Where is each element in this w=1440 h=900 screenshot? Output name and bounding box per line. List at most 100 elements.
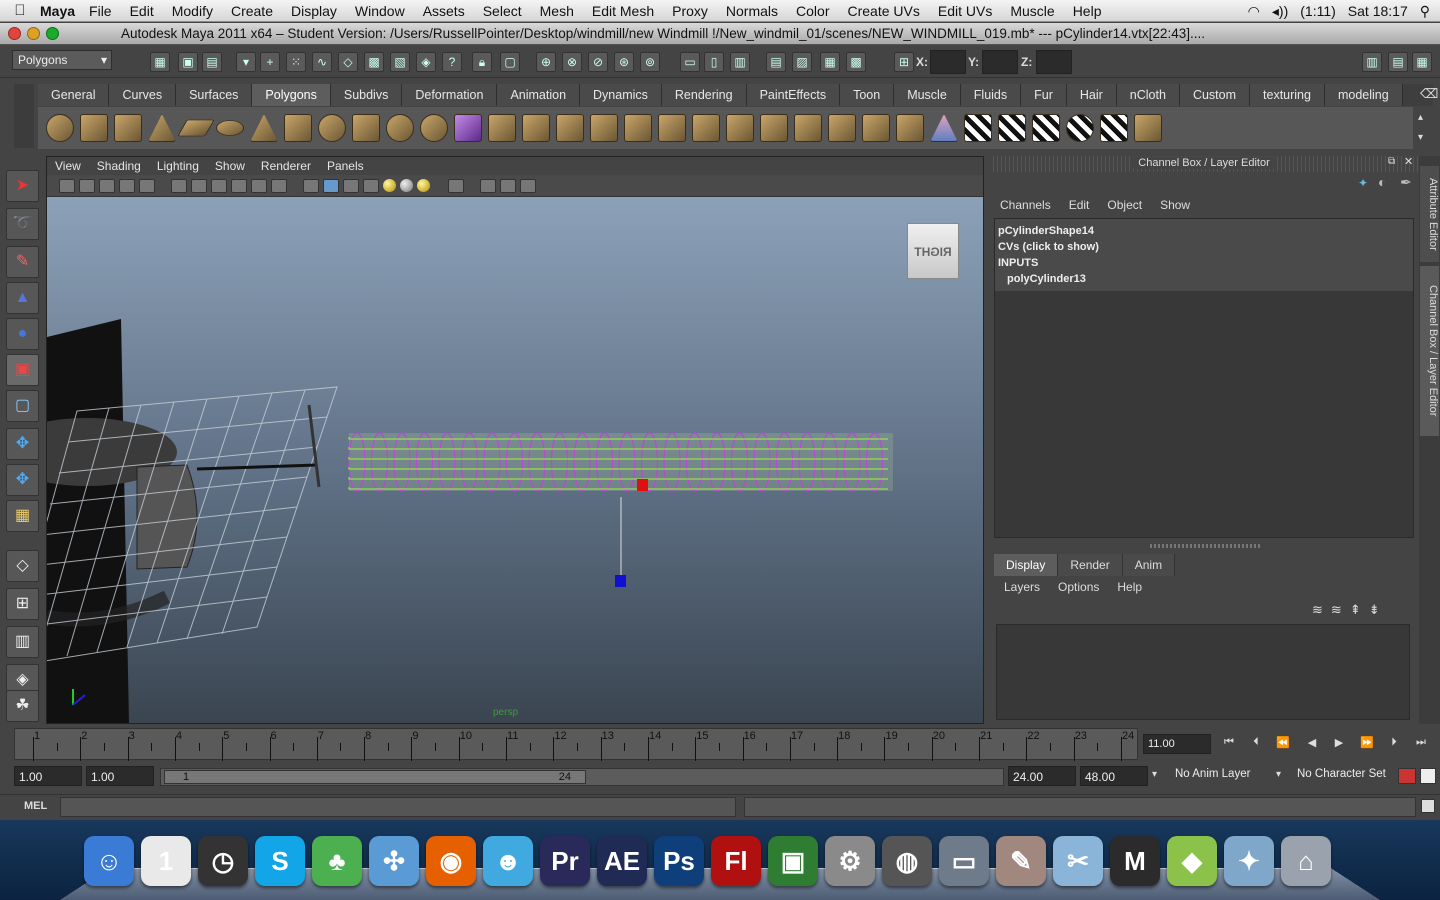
tab-fluids[interactable]: Fluids <box>960 84 1022 106</box>
cvs-toggle[interactable]: CVs (click to show) <box>998 239 1410 255</box>
animation-end-field[interactable]: 48.00 <box>1080 766 1148 786</box>
tab-animation[interactable]: Animation <box>497 84 581 106</box>
camera-attributes-icon[interactable] <box>79 178 95 193</box>
tab-hair[interactable]: Hair <box>1066 84 1117 106</box>
safe-title-icon[interactable] <box>271 178 287 193</box>
play-backwards-icon[interactable]: ◀ <box>1302 736 1322 752</box>
menu-edit[interactable]: Edit <box>130 3 154 19</box>
poly-append-icon[interactable] <box>556 114 584 142</box>
poly-sculpt-icon[interactable] <box>930 114 958 142</box>
xray-icon[interactable] <box>480 178 496 193</box>
menu-display[interactable]: Display <box>291 3 337 19</box>
animation-preferences-icon[interactable] <box>1420 768 1436 784</box>
scale-tool-icon[interactable]: ▣ <box>6 354 39 386</box>
construction-history-icon[interactable]: ⊕ <box>536 52 556 72</box>
render-region-icon[interactable]: ▯ <box>704 52 724 72</box>
history-icon[interactable]: ▧ <box>390 52 410 72</box>
remote-desktop-icon[interactable]: ▭ <box>939 836 989 886</box>
menu-edit-mesh[interactable]: Edit Mesh <box>592 3 654 19</box>
time-slider-bar[interactable]: 1 2 3 4 5 6 7 8 9 10 11 12 13 14 15 16 17 18 19 20 21 22 23 24 <box>14 728 1138 761</box>
uv-layout-icon[interactable] <box>1134 114 1162 142</box>
ical-icon[interactable]: 1 <box>141 836 191 886</box>
poly-bridge-icon[interactable] <box>522 114 550 142</box>
premiere-icon[interactable]: Pr <box>540 836 590 886</box>
script-editor-icon[interactable]: ▤ <box>766 52 786 72</box>
poly-wedge-icon[interactable] <box>760 114 788 142</box>
single-perspective-layout-icon[interactable]: ◇ <box>6 550 39 582</box>
make-live-icon[interactable]: ▩ <box>364 52 384 72</box>
selected-cylinder-wireframe[interactable] <box>348 432 893 492</box>
menu-file[interactable]: File <box>89 3 112 19</box>
paint-select-icon-tool[interactable]: ✎ <box>6 246 39 278</box>
poly-duplicate-face-icon[interactable] <box>862 114 890 142</box>
wireframe-icon[interactable] <box>303 178 319 193</box>
preview-icon[interactable]: ✂ <box>1053 836 1103 886</box>
select-highlight-icon[interactable]: ▢ <box>500 52 520 72</box>
poly-insert-edge-icon[interactable] <box>624 114 652 142</box>
channel-box-menu-object[interactable]: Object <box>1107 198 1142 212</box>
move-tool-icon[interactable]: ▲ <box>6 282 39 314</box>
film-gate-icon[interactable] <box>171 178 187 193</box>
messenger-icon[interactable]: ☻ <box>483 836 533 886</box>
menu-muscle[interactable]: Muscle <box>1010 3 1054 19</box>
menu-help[interactable]: Help <box>1073 3 1102 19</box>
step-forward-frame-icon[interactable]: ⏵ <box>1384 736 1404 752</box>
tab-general[interactable]: General <box>38 84 110 106</box>
poly-soccer-ball-icon[interactable] <box>318 114 346 142</box>
trash-icon[interactable]: ⌂ <box>1281 836 1331 886</box>
soft-mod-icon[interactable]: ✥ <box>6 428 39 460</box>
maya-icon[interactable]: M <box>1110 836 1160 886</box>
menu-set-dropdown[interactable]: Polygons ▾ <box>12 50 112 70</box>
channel-box-title-bar[interactable]: Channel Box / Layer Editor <box>990 156 1418 172</box>
viewport-menu-lighting[interactable]: Lighting <box>157 159 199 175</box>
tab-fur[interactable]: Fur <box>1021 84 1067 106</box>
tab-muscle[interactable]: Muscle <box>894 84 961 106</box>
new-layer-empty-icon[interactable]: ≋ <box>1312 602 1323 618</box>
render-current-icon[interactable]: ⊗ <box>562 52 582 72</box>
isolate-select-icon[interactable] <box>448 178 464 193</box>
layer-tab-display[interactable]: Display <box>994 554 1059 576</box>
layer-menu-layers[interactable]: Layers <box>1004 580 1040 594</box>
snap-grid-icon[interactable]: + <box>260 52 280 72</box>
x-field[interactable] <box>930 50 966 74</box>
step-back-frame-icon[interactable]: ⏴ <box>1246 736 1266 752</box>
animation-start-field[interactable]: 1.00 <box>14 766 82 786</box>
menu-edit-uvs[interactable]: Edit UVs <box>938 3 992 19</box>
viewport-menu-view[interactable]: View <box>55 159 81 175</box>
gate-mask-icon[interactable] <box>211 178 227 193</box>
select-camera-icon[interactable] <box>59 178 75 193</box>
anim-layer-dropdown[interactable]: No Anim Layer <box>1170 766 1270 786</box>
poly-merge-icon[interactable] <box>692 114 720 142</box>
hypershade-icon[interactable]: ⊚ <box>640 52 660 72</box>
safe-action-icon[interactable] <box>251 178 267 193</box>
tab-painteffects[interactable]: PaintEffects <box>746 84 841 106</box>
move-down-layer-icon[interactable]: ⇟ <box>1369 602 1380 618</box>
layer-list[interactable] <box>996 624 1410 720</box>
poly-tool-icon[interactable]: ▦ <box>6 500 39 532</box>
uv-planar-icon[interactable] <box>964 114 992 142</box>
viewport-menu-shading[interactable]: Shading <box>97 159 141 175</box>
y-field[interactable] <box>982 50 1018 74</box>
layer-tab-anim[interactable]: Anim <box>1122 554 1176 576</box>
zoom-window-button[interactable] <box>46 27 59 40</box>
menu-assets[interactable]: Assets <box>423 3 465 19</box>
poly-smooth-icon[interactable] <box>454 114 482 142</box>
finder-icon[interactable]: ☺ <box>84 836 134 886</box>
tab-toon[interactable]: Toon <box>840 84 895 106</box>
poly-pyramid-icon[interactable] <box>250 114 278 142</box>
menu-modify[interactable]: Modify <box>172 3 213 19</box>
3d-box-icon[interactable]: ◆ <box>1167 836 1217 886</box>
uv-cylindrical-icon[interactable] <box>998 114 1026 142</box>
mel-input[interactable] <box>60 797 736 817</box>
four-view-layout-icon[interactable]: ⊞ <box>6 588 39 620</box>
iphoto-icon[interactable]: ✦ <box>1224 836 1274 886</box>
after-effects-icon[interactable]: AE <box>597 836 647 886</box>
shelf-trash-icon[interactable]: ⌫ <box>1420 86 1438 102</box>
last-tool-icon[interactable]: ✥ <box>6 464 39 496</box>
paint-select-icon[interactable]: ▩ <box>846 52 866 72</box>
manipulator-handle-x[interactable] <box>637 479 648 491</box>
range-end-field[interactable]: 24.00 <box>1008 766 1076 786</box>
select-tool-icon[interactable]: ▦ <box>820 52 840 72</box>
viewport-menu-renderer[interactable]: Renderer <box>261 159 311 175</box>
system-prefs-icon[interactable]: ⚙ <box>825 836 875 886</box>
